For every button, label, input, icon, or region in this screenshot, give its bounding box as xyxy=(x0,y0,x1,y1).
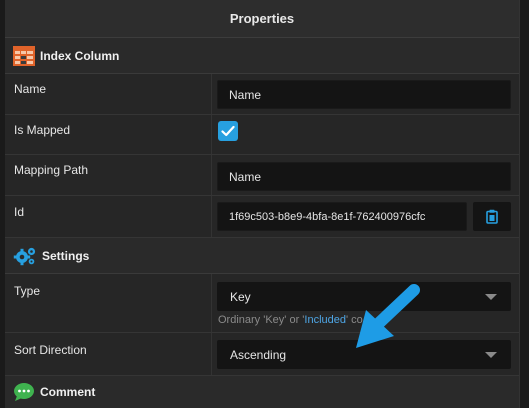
id-field[interactable]: 1f69c503-b8e9-4bfa-8e1f-762400976cfc xyxy=(217,202,467,231)
is-mapped-checkbox[interactable] xyxy=(218,121,238,141)
section-comment[interactable]: Comment xyxy=(5,376,519,408)
property-label: Is Mapped xyxy=(14,123,71,137)
table-icon xyxy=(13,45,35,66)
type-hint: Ordinary 'Key' or 'Included' co xyxy=(218,314,363,326)
copy-id-button[interactable] xyxy=(473,202,511,231)
section-settings[interactable]: Settings xyxy=(5,238,519,274)
property-row-sort-direction: Sort Direction Ascending xyxy=(5,333,519,376)
column-divider xyxy=(211,274,212,332)
column-divider xyxy=(211,196,212,237)
column-divider xyxy=(211,333,212,375)
speech-bubble-icon xyxy=(14,383,34,401)
property-label: Id xyxy=(14,205,25,219)
clipboard-icon xyxy=(486,209,498,224)
scrollbar[interactable] xyxy=(519,0,529,408)
column-divider xyxy=(211,115,212,154)
chevron-down-icon xyxy=(485,352,497,358)
section-index-column[interactable]: Index Column xyxy=(5,38,519,74)
property-label: Type xyxy=(14,284,41,298)
section-title: Index Column xyxy=(40,48,120,63)
gears-icon xyxy=(13,247,36,265)
checkmark-icon xyxy=(221,125,235,137)
property-label: Mapping Path xyxy=(14,163,89,177)
column-divider xyxy=(211,155,212,195)
properties-panel: Properties Index Column Name Name Is Map… xyxy=(0,0,529,408)
hint-highlight: Included xyxy=(304,314,346,326)
panel-title: Properties xyxy=(229,11,295,26)
column-divider xyxy=(211,74,212,114)
property-row-id: Id 1f69c503-b8e9-4bfa-8e1f-762400976cfc xyxy=(5,196,519,238)
property-row-name: Name Name xyxy=(5,74,519,115)
section-title: Settings xyxy=(42,248,90,263)
panel-title-bar: Properties xyxy=(5,0,519,38)
hint-prefix: Ordinary 'Key' or ' xyxy=(218,314,305,326)
mapping-path-input[interactable]: Name xyxy=(217,162,511,191)
name-input[interactable]: Name xyxy=(217,80,511,109)
arrow-pointer-icon xyxy=(356,284,420,348)
property-label: Name xyxy=(14,82,47,96)
property-row-is-mapped: Is Mapped xyxy=(5,115,519,155)
section-title: Comment xyxy=(40,385,96,399)
property-row-type: Type Key Ordinary 'Key' or 'Included' co xyxy=(5,274,519,333)
select-value: Ascending xyxy=(230,347,287,362)
chevron-down-icon xyxy=(485,294,497,300)
select-value: Key xyxy=(230,289,251,304)
property-label: Sort Direction xyxy=(14,343,87,357)
property-row-mapping-path: Mapping Path Name xyxy=(5,155,519,196)
